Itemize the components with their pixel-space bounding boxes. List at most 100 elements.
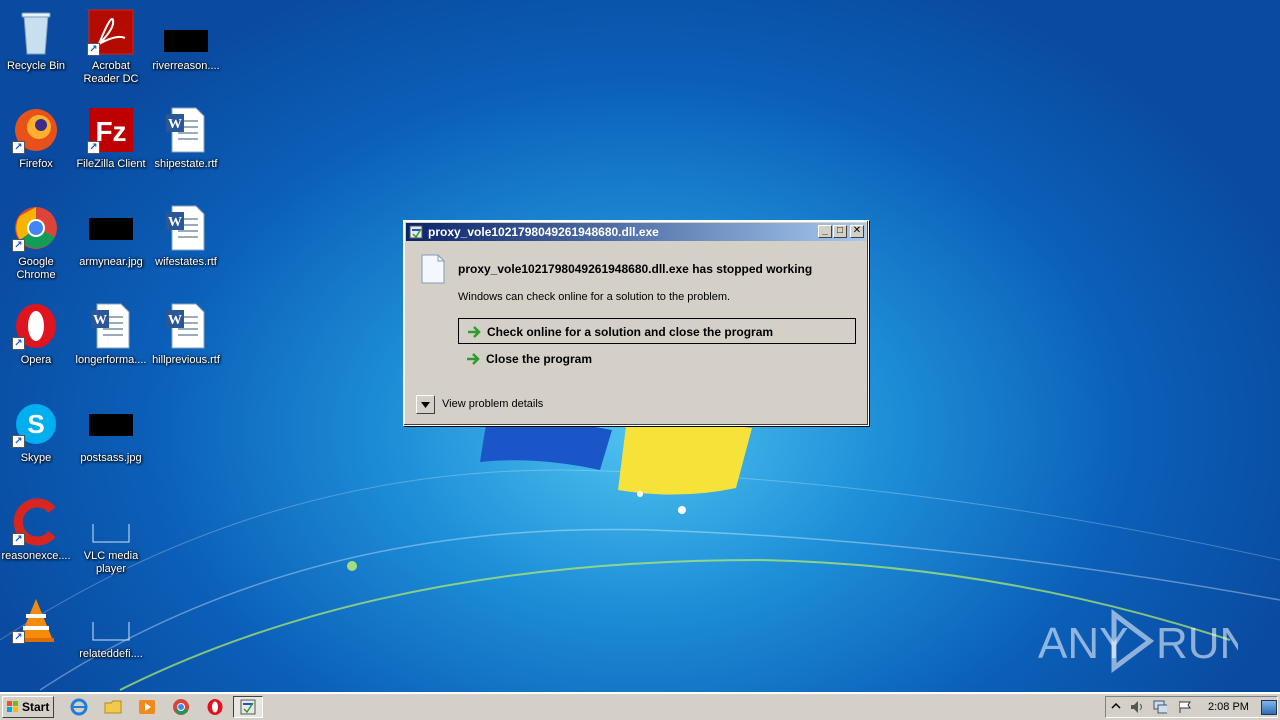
taskbar-item-error-reporting[interactable] <box>233 696 263 718</box>
blank-file-icon <box>87 498 135 546</box>
desktop-icon-vlc[interactable]: ↗ <box>0 592 74 682</box>
icon-label: postsass.jpg <box>80 452 142 464</box>
icon-label: riverreason.... <box>152 60 220 72</box>
word-document-icon: W <box>162 106 210 154</box>
view-details-toggle[interactable] <box>416 395 435 414</box>
desktop-icon-skype[interactable]: S ↗ Skype <box>0 396 74 486</box>
internet-explorer-icon[interactable] <box>70 698 88 716</box>
green-arrow-icon <box>467 353 480 365</box>
check-online-option[interactable]: Check online for a solution and close th… <box>458 318 856 344</box>
acrobat-reader-icon: ↗ <box>87 8 135 56</box>
svg-text:W: W <box>93 313 107 328</box>
desktop-icon-longerforma[interactable]: W longerforma.... <box>73 298 149 388</box>
desktop-icon-shipestate[interactable]: W shipestate.rtf <box>148 102 224 192</box>
icon-label: FileZilla Client <box>76 158 146 170</box>
desktop[interactable]: Recycle Bin ↗ Firefox ↗ Google Chrome ↗ … <box>0 0 1280 692</box>
minimize-button[interactable]: _ <box>818 225 832 238</box>
ccleaner-icon: ↗ <box>12 498 60 546</box>
close-program-option[interactable]: Close the program <box>458 346 856 372</box>
watermark-text-right: RUN <box>1156 619 1238 668</box>
close-button[interactable]: ✕ <box>850 225 864 238</box>
minimize-icon: _ <box>822 225 828 236</box>
icon-label: Acrobat Reader DC <box>83 60 139 85</box>
filezilla-icon: Fz ↗ <box>87 106 135 154</box>
icon-label: hillprevious.rtf <box>152 354 220 366</box>
desktop-icon-acrobat-reader[interactable]: ↗ Acrobat Reader DC <box>73 4 149 94</box>
app-window-icon <box>409 225 423 239</box>
maximize-button[interactable]: □ <box>833 225 847 238</box>
desktop-icon-firefox[interactable]: ↗ Firefox <box>0 102 74 192</box>
redacted-file-icon <box>87 400 135 448</box>
firefox-icon: ↗ <box>12 106 60 154</box>
redacted-file-icon <box>87 204 135 252</box>
word-document-icon: W <box>162 302 210 350</box>
shortcut-arrow-icon: ↗ <box>12 239 25 252</box>
icon-label: VLC media player <box>83 550 139 575</box>
desktop-icon-armynear[interactable]: armynear.jpg <box>73 200 149 290</box>
action-center-flag-icon[interactable] <box>1178 700 1192 714</box>
shortcut-arrow-icon: ↗ <box>12 435 25 448</box>
error-dialog: proxy_vole1021798049261948680.dll.exe _ … <box>403 220 869 426</box>
desktop-icon-opera[interactable]: ↗ Opera <box>0 298 74 388</box>
start-label: Start <box>22 700 50 714</box>
explorer-folder-icon[interactable] <box>104 698 122 716</box>
taskbar: Start 2:08 PM <box>0 692 1280 720</box>
desktop-icon-relateddefi[interactable]: relateddefi.... <box>73 592 149 682</box>
media-player-icon[interactable] <box>138 698 156 716</box>
document-icon <box>421 254 445 284</box>
chrome-icon[interactable] <box>172 698 190 716</box>
green-arrow-icon <box>468 326 481 338</box>
svg-text:W: W <box>168 313 182 328</box>
desktop-icon-recycle-bin[interactable]: Recycle Bin <box>0 4 74 94</box>
shortcut-arrow-icon: ↗ <box>12 533 25 546</box>
opera-icon[interactable] <box>206 698 224 716</box>
icon-label: relateddefi.... <box>79 648 143 660</box>
svg-text:W: W <box>168 117 182 132</box>
dialog-titlebar[interactable]: proxy_vole1021798049261948680.dll.exe _ … <box>406 223 866 241</box>
show-desktop-button[interactable] <box>1261 700 1277 715</box>
desktop-icon-wifestates[interactable]: W wifestates.rtf <box>148 200 224 290</box>
shortcut-arrow-icon: ↗ <box>87 43 100 56</box>
chevron-down-icon <box>421 402 430 408</box>
desktop-icon-ccleaner[interactable]: ↗ reasonexce.... <box>0 494 74 584</box>
redacted-file-icon <box>162 8 210 56</box>
icon-label: shipestate.rtf <box>154 158 218 170</box>
desktop-icon-hillprevious[interactable]: W hillprevious.rtf <box>148 298 224 388</box>
error-message-subtitle: Windows can check online for a solution … <box>458 291 731 303</box>
icon-label: reasonexce.... <box>1 550 71 562</box>
shortcut-arrow-icon: ↗ <box>87 141 100 154</box>
icon-label: Skype <box>20 452 52 464</box>
icon-label: Opera <box>20 354 52 366</box>
vlc-icon: ↗ <box>12 596 60 644</box>
icon-label: Recycle Bin <box>6 60 66 72</box>
check-online-label: Check online for a solution and close th… <box>487 325 774 339</box>
close-icon: ✕ <box>852 225 862 236</box>
icon-label: wifestates.rtf <box>155 256 217 268</box>
start-button[interactable]: Start <box>2 696 54 718</box>
icon-label: Firefox <box>19 158 53 170</box>
volume-icon[interactable] <box>1130 700 1144 714</box>
dialog-title: proxy_vole1021798049261948680.dll.exe <box>428 225 659 239</box>
desktop-icon-filezilla[interactable]: Fz ↗ FileZilla Client <box>73 102 149 192</box>
maximize-icon: □ <box>836 225 844 236</box>
desktop-icon-reasonexce[interactable]: VLC media player <box>73 494 149 584</box>
shortcut-arrow-icon: ↗ <box>12 631 25 644</box>
clock[interactable]: 2:08 PM <box>1208 701 1249 713</box>
shortcut-arrow-icon: ↗ <box>12 141 25 154</box>
icon-label: Google Chrome <box>16 256 56 281</box>
word-document-icon: W <box>87 302 135 350</box>
desktop-icon-riverreason[interactable]: riverreason.... <box>148 4 224 94</box>
close-program-label: Close the program <box>486 352 593 366</box>
show-hidden-icons-icon[interactable] <box>1110 700 1124 714</box>
desktop-icon-postsass[interactable]: postsass.jpg <box>73 396 149 486</box>
chrome-icon: ↗ <box>12 204 60 252</box>
word-document-icon: W <box>162 204 210 252</box>
network-icon[interactable] <box>1153 700 1167 714</box>
svg-text:S: S <box>27 409 44 439</box>
windows-logo-icon <box>7 701 18 712</box>
opera-icon: ↗ <box>12 302 60 350</box>
shortcut-arrow-icon: ↗ <box>12 337 25 350</box>
svg-text:W: W <box>168 215 182 230</box>
desktop-icon-google-chrome[interactable]: ↗ Google Chrome <box>0 200 74 290</box>
view-details-label[interactable]: View problem details <box>442 398 543 410</box>
